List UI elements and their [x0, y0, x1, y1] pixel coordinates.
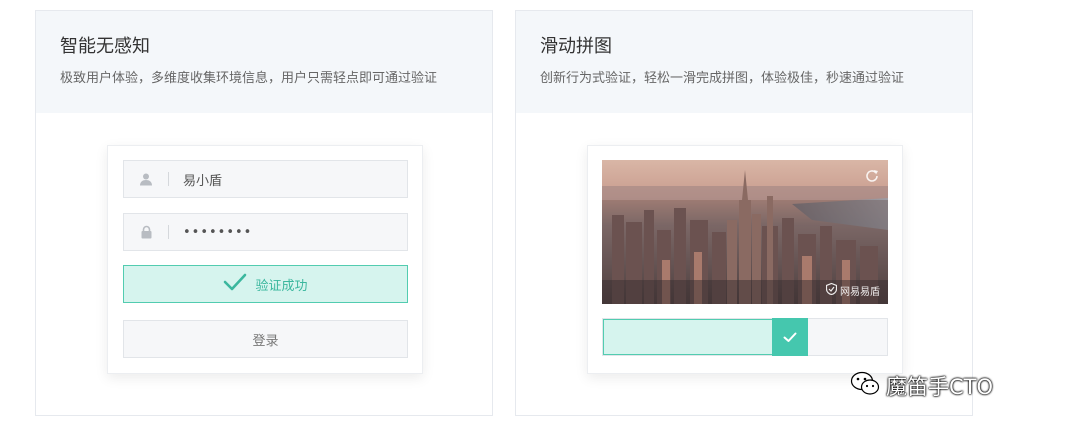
username-value: 易小盾: [183, 173, 223, 189]
smart-verify-card: 智能无感知 极致用户体验，多维度收集环境信息，用户只需轻点即可通过验证 易小盾: [35, 10, 493, 416]
brand-watermark: 网易易盾: [825, 282, 880, 298]
check-icon: [783, 328, 797, 347]
refresh-icon[interactable]: [864, 168, 880, 188]
lock-icon: [124, 225, 168, 239]
watermark-text: 魔笛手CTO: [886, 375, 994, 399]
slider-handle[interactable]: [772, 318, 808, 356]
card-description: 创新行为式验证，轻松一滑完成拼图，体验极佳，秒速通过验证: [540, 71, 905, 86]
brand-mark-text: 网易易盾: [840, 287, 880, 298]
city-skyline-image: 网易易盾: [602, 160, 888, 304]
slider-track[interactable]: [602, 318, 888, 356]
password-field[interactable]: ••••••••: [123, 213, 408, 251]
username-field[interactable]: 易小盾: [123, 160, 408, 198]
password-value: ••••••••: [183, 224, 253, 240]
verify-success-label: 验证成功: [255, 278, 308, 294]
check-icon: [223, 273, 247, 295]
wechat-watermark: 魔笛手CTO: [850, 370, 993, 402]
user-icon: [124, 172, 168, 186]
slide-puzzle-card: 滑动拼图 创新行为式验证，轻松一滑完成拼图，体验极佳，秒速通过验证 网易易盾: [515, 10, 973, 416]
card-title: 滑动拼图: [540, 36, 612, 57]
wechat-icon: [850, 371, 880, 402]
verify-success-button[interactable]: 验证成功: [123, 265, 408, 303]
shield-icon: [825, 282, 838, 298]
card-header: 滑动拼图 创新行为式验证，轻松一滑完成拼图，体验极佳，秒速通过验证: [516, 11, 972, 113]
card-header: 智能无感知 极致用户体验，多维度收集环境信息，用户只需轻点即可通过验证: [36, 11, 492, 113]
login-form-demo: 易小盾 •••••••• 验证成功 登录: [107, 145, 423, 374]
puzzle-widget: 网易易盾: [587, 145, 903, 374]
card-description: 极致用户体验，多维度收集环境信息，用户只需轻点即可通过验证: [60, 71, 438, 86]
login-button[interactable]: 登录: [123, 320, 408, 358]
card-title: 智能无感知: [60, 36, 150, 57]
